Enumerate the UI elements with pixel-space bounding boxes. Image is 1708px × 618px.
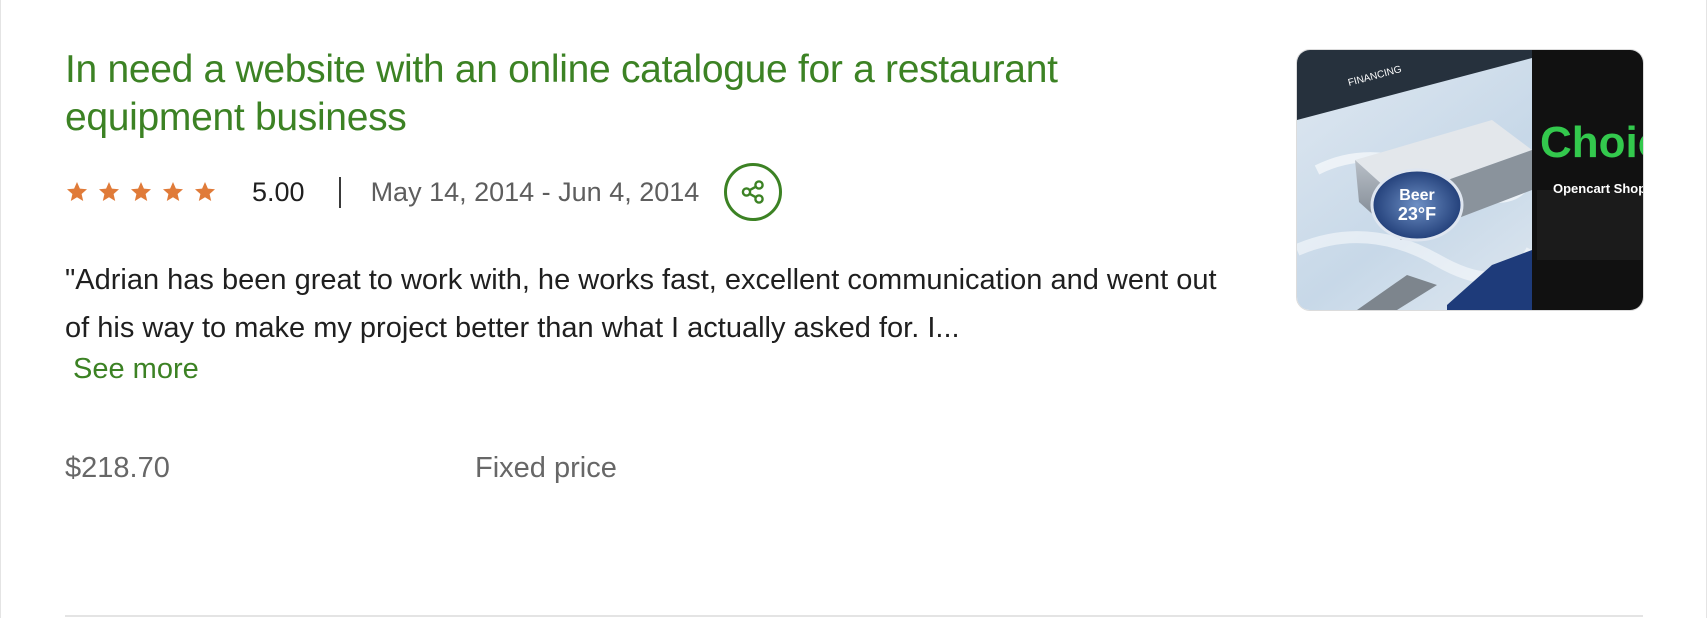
star-icon	[67, 182, 87, 201]
star-icon	[131, 182, 151, 201]
see-more-link[interactable]: See more	[73, 353, 199, 386]
star-rating	[65, 180, 217, 204]
star-icon	[99, 182, 119, 201]
portfolio-card: In need a website with an online catalog…	[0, 0, 1707, 618]
date-range: May 14, 2014 - Jun 4, 2014	[370, 176, 700, 207]
star-icon	[195, 182, 215, 201]
share-icon	[741, 180, 765, 204]
project-thumbnail[interactable]: FINANCING Beer 23°F Choice Opencart Shop	[1296, 49, 1644, 311]
meta-divider	[338, 176, 341, 208]
thumbnail-sub-text: Opencart Shop	[1553, 181, 1643, 196]
thumbnail-image: FINANCING Beer 23°F Choice Opencart Shop	[1297, 50, 1643, 310]
share-button[interactable]	[724, 163, 783, 221]
thumbnail-sign-temp: 23°F	[1398, 204, 1436, 224]
thumbnail-sign-beer: Beer	[1399, 187, 1435, 204]
bottom-divider	[65, 615, 1643, 617]
star-icon	[163, 182, 183, 201]
rating-value: 5.00	[252, 176, 305, 207]
project-title[interactable]: In need a website with an online catalog…	[65, 46, 1145, 142]
contract-type: Fixed price	[475, 452, 617, 484]
thumbnail-brand-text: Choice	[1540, 118, 1643, 167]
review-text: "Adrian has been great to work with, he …	[65, 264, 1217, 344]
meta-row: 5.00 May 14, 2014 - Jun 4, 2014	[65, 160, 783, 224]
price: $218.70	[65, 452, 170, 484]
